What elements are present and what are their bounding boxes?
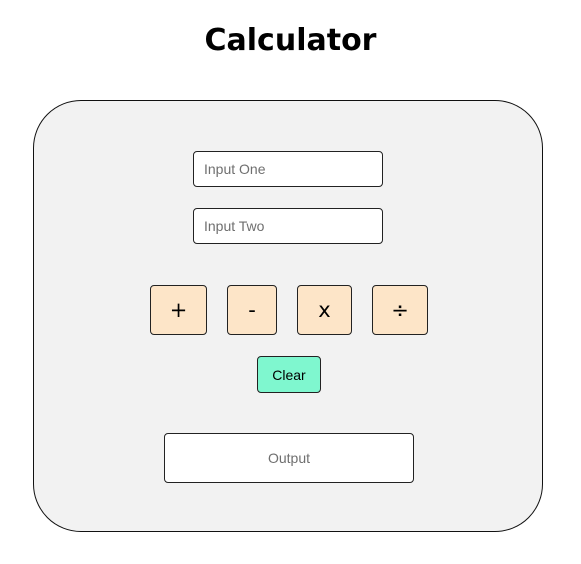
divide-button[interactable]: ÷ [372,285,428,335]
page-title: Calculator [204,23,377,58]
input-one-field[interactable] [193,151,383,187]
output-display: Output [164,433,414,483]
add-button[interactable]: + [150,285,207,335]
output-text: Output [267,450,311,466]
multiply-button[interactable]: x [297,285,352,335]
calculator-page: Calculator + - x ÷ Clear Output [0,0,581,564]
subtract-button[interactable]: - [227,285,277,335]
input-two-field[interactable] [193,208,383,244]
clear-button[interactable]: Clear [257,356,321,393]
